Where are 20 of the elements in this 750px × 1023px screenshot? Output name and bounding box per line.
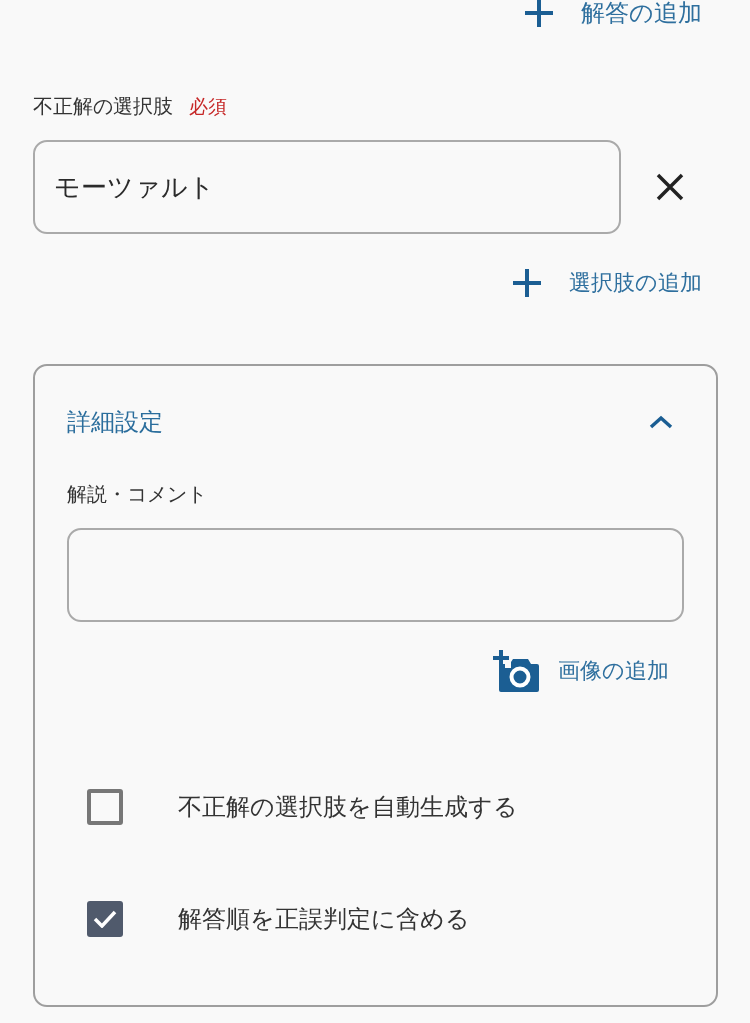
close-icon <box>656 173 684 201</box>
section-title: 詳細設定 <box>67 407 163 437</box>
checkbox[interactable] <box>87 789 123 825</box>
required-label: 必須 <box>189 94 227 118</box>
option-label: 不正解の選択肢を自動生成する <box>178 792 518 822</box>
checkbox[interactable] <box>87 901 123 937</box>
option-label: 解答順を正誤判定に含める <box>178 904 470 934</box>
check-icon <box>93 910 117 928</box>
add-answer-button[interactable]: 解答の追加 <box>524 0 702 28</box>
comment-field[interactable] <box>67 528 684 622</box>
plus-icon <box>512 268 542 298</box>
plus-icon <box>524 0 554 28</box>
choice-input[interactable]: モーツァルト <box>33 140 621 234</box>
chevron-up-icon <box>649 415 673 429</box>
camera-add-icon <box>493 650 540 692</box>
collapse-button[interactable] <box>648 414 674 430</box>
comment-label: 解説・コメント <box>67 482 207 506</box>
add-image-button[interactable]: 画像の追加 <box>493 650 669 692</box>
add-choice-button[interactable]: 選択肢の追加 <box>512 268 702 298</box>
field-label: 不正解の選択肢 <box>33 94 173 118</box>
